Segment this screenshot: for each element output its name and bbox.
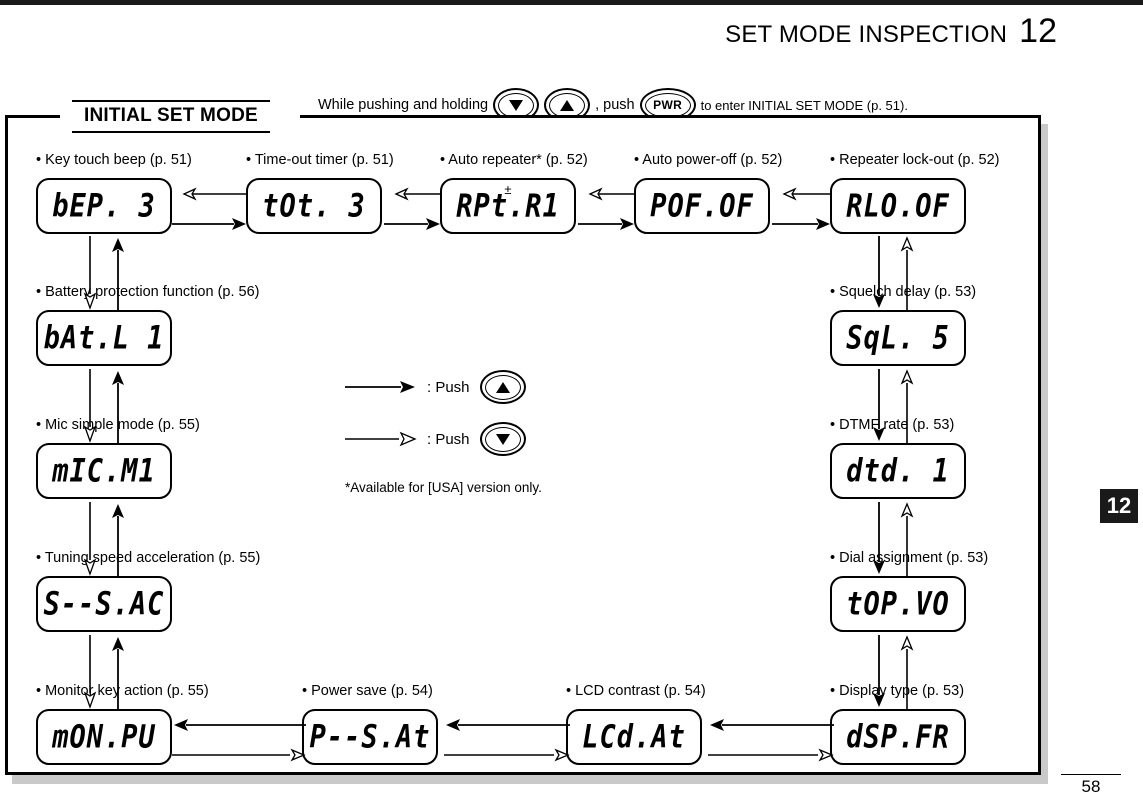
- lcd-display: LCd.At: [566, 709, 702, 765]
- node-caption: • LCD contrast (p. 54): [566, 683, 706, 699]
- lcd-display: RLO.OF: [830, 178, 966, 234]
- top-rule: [0, 0, 1143, 5]
- lcd-text: RLO.OF: [846, 187, 950, 225]
- arrow-pair-sacc-mon: [83, 635, 128, 709]
- lcd-display: bAt.L 1: [36, 310, 172, 366]
- arrow-pair-sql-dtd: [873, 369, 917, 443]
- node-caption: • Key touch beep (p. 51): [36, 152, 192, 168]
- lcd-display: bEP. 3: [36, 178, 172, 234]
- arrow-pair-bat-mic: [83, 369, 128, 443]
- page-title: SET MODE INSPECTION: [725, 21, 1008, 48]
- page-header: SET MODE INSPECTION 12: [725, 14, 1057, 49]
- footer-rule: [1061, 774, 1121, 775]
- lcd-text: SqL. 5: [846, 319, 950, 357]
- lcd-display: mIC.M1: [36, 443, 172, 499]
- node-dtmf-rate: • DTMF rate (p. 53) dtd. 1: [830, 417, 966, 499]
- chapter-tab: 12: [1100, 489, 1138, 523]
- lcd-text: dSP.FR: [846, 718, 950, 756]
- node-battery-protection: • Battery protection function (p. 56) bA…: [36, 284, 260, 366]
- legend-row-solid: : Push: [345, 370, 526, 404]
- diagram-title: INITIAL SET MODE: [72, 100, 270, 133]
- arrow-pair-dtd-top: [873, 502, 917, 576]
- lcd-text: dtd. 1: [846, 452, 950, 490]
- lcd-display: POF.OF: [634, 178, 770, 234]
- node-repeater-lock-out: • Repeater lock-out (p. 52) RLO.OF: [830, 152, 1000, 234]
- triangle-up-glyph: [560, 99, 575, 111]
- lcd-text: RPt.R1: [456, 187, 560, 225]
- chapter-number: 12: [1019, 12, 1057, 50]
- lcd-text: S--S.AC: [43, 585, 165, 623]
- arrow-pair-psave-mon: [172, 717, 306, 762]
- down-arrow-key-icon: [479, 422, 526, 456]
- node-caption: • Time-out timer (p. 51): [246, 152, 394, 168]
- arrow-pair-pof-rlo: [772, 186, 832, 230]
- lcd-display: ± RPt.R1: [440, 178, 576, 234]
- lcd-text: P--S.At: [309, 718, 431, 756]
- node-dial-assignment: • Dial assignment (p. 53) tOP.VO: [830, 550, 988, 632]
- legend-solid-label: : Push: [427, 378, 470, 396]
- arrow-pair-beep-bat: [83, 236, 128, 310]
- node-monitor-key-action: • Monitor key action (p. 55) mON.PU: [36, 683, 209, 765]
- lcd-text: mON.PU: [52, 718, 156, 756]
- node-caption: • Repeater lock-out (p. 52): [830, 152, 1000, 168]
- page-footer: 58: [1061, 774, 1121, 797]
- hollow-arrow-icon: [345, 431, 417, 447]
- node-key-touch-beep: • Key touch beep (p. 51) bEP. 3: [36, 152, 192, 234]
- arrow-pair-lcd-psave: [444, 717, 570, 762]
- instruction-prefix: While pushing and holding: [318, 97, 489, 113]
- legend-row-hollow: : Push: [345, 422, 526, 456]
- lcd-display: tOP.VO: [830, 576, 966, 632]
- lcd-display: mON.PU: [36, 709, 172, 765]
- node-display-type: • Display type (p. 53) dSP.FR: [830, 683, 966, 765]
- page-number: 58: [1081, 777, 1101, 796]
- arrow-pair-dsp-lcd: [708, 717, 834, 762]
- triangle-down-glyph: [495, 433, 510, 445]
- node-caption: • Auto repeater* (p. 52): [440, 152, 588, 168]
- triangle-down-glyph: [509, 99, 524, 111]
- lcd-display: dtd. 1: [830, 443, 966, 499]
- arrow-pair-mic-sacc: [83, 502, 128, 576]
- node-auto-repeater: • Auto repeater* (p. 52) ± RPt.R1: [440, 152, 588, 234]
- triangle-up-glyph: [495, 381, 510, 393]
- lcd-display: S--S.AC: [36, 576, 172, 632]
- node-caption: • Power save (p. 54): [302, 683, 433, 699]
- legend-hollow-label: : Push: [427, 430, 470, 448]
- node-auto-power-off: • Auto power-off (p. 52) POF.OF: [634, 152, 782, 234]
- arrow-pair-rlo-sql: [873, 236, 917, 310]
- lcd-text: tOP.VO: [846, 585, 950, 623]
- lcd-text: tOt. 3: [262, 187, 366, 225]
- arrow-legend: : Push : Push: [345, 370, 526, 474]
- lcd-text: POF.OF: [650, 187, 754, 225]
- up-arrow-key-icon: [479, 370, 526, 404]
- node-caption: • Battery protection function (p. 56): [36, 284, 260, 300]
- lcd-display: SqL. 5: [830, 310, 966, 366]
- node-caption: • Tuning speed acceleration (p. 55): [36, 550, 261, 566]
- node-squelch-delay: • Squelch delay (p. 53) SqL. 5: [830, 284, 976, 366]
- node-power-save: • Power save (p. 54) P--S.At: [302, 683, 438, 765]
- manual-page: SET MODE INSPECTION 12 While pushing and…: [0, 0, 1143, 803]
- lcd-text: LCd.At: [582, 718, 686, 756]
- instruction-suffix: to enter INITIAL SET MODE (p. 51).: [700, 97, 908, 113]
- lcd-text: bAt.L 1: [43, 319, 165, 357]
- lcd-display: dSP.FR: [830, 709, 966, 765]
- arrow-pair-top-dsp: [873, 635, 917, 709]
- instruction-middle: , push: [595, 97, 635, 113]
- lcd-display: tOt. 3: [246, 178, 382, 234]
- lcd-display: P--S.At: [302, 709, 438, 765]
- arrow-pair-tot-rpt: [384, 186, 442, 230]
- solid-arrow-icon: [345, 381, 415, 393]
- node-caption: • Auto power-off (p. 52): [634, 152, 783, 168]
- usa-version-note: *Available for [USA] version only.: [345, 480, 542, 495]
- arrow-pair-beep-tot: [172, 186, 248, 230]
- arrow-pair-rpt-pof: [578, 186, 636, 230]
- node-time-out-timer: • Time-out timer (p. 51) tOt. 3: [246, 152, 394, 234]
- node-lcd-contrast: • LCD contrast (p. 54) LCd.At: [566, 683, 706, 765]
- power-key-label: PWR: [653, 98, 683, 112]
- lcd-text: bEP. 3: [52, 187, 156, 225]
- lcd-text: mIC.M1: [52, 452, 156, 490]
- node-mic-simple-mode: • Mic simple mode (p. 55) mIC.M1: [36, 417, 200, 499]
- node-tuning-speed-acceleration: • Tuning speed acceleration (p. 55) S--S…: [36, 550, 260, 632]
